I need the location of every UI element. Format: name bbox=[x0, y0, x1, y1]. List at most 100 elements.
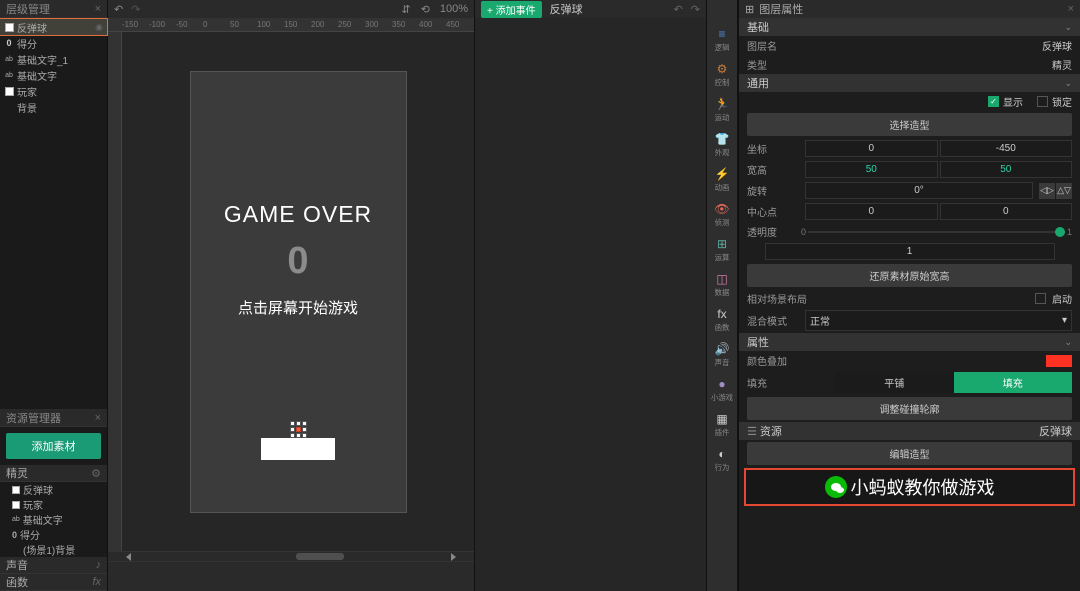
section-basic[interactable]: 基础⌄ bbox=[739, 18, 1080, 36]
opacity-slider[interactable] bbox=[808, 231, 1065, 233]
blank-icon bbox=[4, 102, 14, 112]
zero-icon: 0 bbox=[4, 38, 14, 48]
layer-item-bg[interactable]: 背景 bbox=[0, 99, 107, 115]
rail-侦测[interactable]: 👁侦测 bbox=[708, 199, 736, 230]
undo-icon[interactable]: ↶ bbox=[114, 3, 123, 16]
resource-icon: ☰ bbox=[747, 426, 760, 438]
center-x-input[interactable]: 0 bbox=[805, 203, 938, 220]
hint-text: 点击屏幕开始游戏 bbox=[191, 297, 406, 318]
event-body[interactable] bbox=[475, 18, 706, 591]
layer-item-player[interactable]: 玩家 bbox=[0, 83, 107, 99]
blend-select[interactable]: 正常▾ bbox=[805, 310, 1072, 331]
rail-声音[interactable]: 🔊声音 bbox=[708, 339, 736, 370]
undo-icon[interactable]: ↶ bbox=[674, 3, 683, 16]
rail-插件[interactable]: ▦插件 bbox=[708, 409, 736, 440]
select-shape-button[interactable]: 选择造型 bbox=[747, 113, 1072, 136]
section-attributes[interactable]: 属性⌄ bbox=[739, 333, 1080, 351]
edit-shape-button[interactable]: 编辑造型 bbox=[747, 442, 1072, 465]
res-item-text[interactable]: ab基础文字 bbox=[0, 512, 107, 527]
score-text: 0 bbox=[191, 240, 406, 283]
horizontal-scrollbar[interactable] bbox=[108, 551, 474, 561]
wechat-callout: 小蚂蚁教你做游戏 bbox=[744, 468, 1075, 506]
flip-h-icon[interactable]: ◁▷ bbox=[1039, 183, 1055, 199]
rail-运算[interactable]: ⊞运算 bbox=[708, 234, 736, 265]
timeline[interactable] bbox=[108, 561, 474, 591]
restore-size-button[interactable]: 还原素材原始宽高 bbox=[747, 264, 1072, 287]
res-item-ball[interactable]: 反弹球 bbox=[0, 482, 107, 497]
close-icon[interactable]: × bbox=[1068, 3, 1074, 15]
width-input[interactable]: 50 bbox=[805, 161, 938, 178]
resource-panel-header: 资源管理器 × bbox=[0, 409, 107, 427]
section-resources[interactable]: ☰ 资源 反弹球 bbox=[739, 422, 1080, 440]
layer-item-text[interactable]: ab 基础文字 bbox=[0, 67, 107, 83]
func-group-header[interactable]: 函数 fx bbox=[0, 574, 107, 591]
rail-控制[interactable]: ⚙控制 bbox=[708, 59, 736, 90]
show-checkbox[interactable]: ✓ bbox=[988, 96, 999, 107]
rail-数据[interactable]: ◫数据 bbox=[708, 269, 736, 300]
lock-checkbox[interactable] bbox=[1037, 96, 1048, 107]
layer-item-text1[interactable]: ab 基础文字_1 bbox=[0, 51, 107, 67]
rail-行为[interactable]: ◐行为 bbox=[708, 444, 736, 475]
close-icon[interactable]: × bbox=[95, 3, 101, 15]
collision-button[interactable]: 调整碰撞轮廓 bbox=[747, 397, 1072, 420]
height-input[interactable]: 50 bbox=[940, 161, 1073, 178]
event-object-name: 反弹球 bbox=[550, 1, 583, 17]
layer-item-ball[interactable]: 反弹球 ◉ bbox=[0, 19, 107, 35]
rotation-input[interactable]: 0° bbox=[805, 182, 1033, 199]
opacity-value[interactable]: 1 bbox=[765, 243, 1055, 260]
enable-checkbox[interactable] bbox=[1035, 293, 1046, 304]
coord-x-input[interactable]: 0 bbox=[805, 140, 938, 157]
canvas-stage: GAME OVER 0 点击屏幕开始游戏 bbox=[122, 32, 474, 551]
event-toolbar: + 添加事件 反弹球 ↶ ↷ bbox=[475, 0, 706, 18]
tile-toggle[interactable]: 平铺 bbox=[835, 372, 954, 393]
phone-frame[interactable]: GAME OVER 0 点击屏幕开始游戏 bbox=[191, 72, 406, 512]
flip-v-icon[interactable]: △▽ bbox=[1056, 183, 1072, 199]
zoom-level[interactable]: 100% bbox=[440, 3, 468, 15]
zoom-reset-icon[interactable]: ⟲ bbox=[421, 3, 430, 16]
rect-icon bbox=[4, 86, 14, 96]
text-icon: ab bbox=[4, 70, 14, 80]
scroll-right-icon bbox=[451, 553, 456, 561]
layer-type-value: 精灵 bbox=[1052, 57, 1072, 72]
rail-小游戏[interactable]: ●小游戏 bbox=[708, 374, 736, 405]
close-icon[interactable]: × bbox=[95, 412, 101, 424]
tint-color-swatch[interactable] bbox=[1046, 355, 1072, 367]
sprite-group-header[interactable]: 精灵 ⚙ bbox=[0, 465, 107, 482]
res-item-score[interactable]: 0得分 bbox=[0, 527, 107, 542]
adjust-icon[interactable]: ⇵ bbox=[401, 3, 410, 16]
wechat-icon bbox=[825, 476, 847, 498]
fill-toggle[interactable]: 填充 bbox=[954, 372, 1073, 393]
paddle-sprite[interactable] bbox=[261, 438, 335, 460]
add-event-button[interactable]: + 添加事件 bbox=[481, 1, 542, 18]
rail-逻辑[interactable]: ≡逻辑 bbox=[708, 24, 736, 55]
props-panel-header: ⊞ 图层属性 × bbox=[739, 0, 1080, 18]
game-over-text: GAME OVER bbox=[191, 201, 406, 228]
section-general[interactable]: 通用⌄ bbox=[739, 74, 1080, 92]
ruler-horizontal: -150-100-50050100150200250300350400450 bbox=[108, 18, 474, 32]
ruler-vertical bbox=[108, 32, 122, 551]
rail-外观[interactable]: 👕外观 bbox=[708, 129, 736, 160]
center-y-input[interactable]: 0 bbox=[940, 203, 1073, 220]
layer-list: 反弹球 ◉ 0 得分 ab 基础文字_1 ab 基础文字 玩家 背景 bbox=[0, 18, 107, 116]
canvas-toolbar: ↶ ↷ ⇵ ⟲ 100% bbox=[108, 0, 474, 18]
resource-title: 资源管理器 bbox=[6, 410, 61, 426]
text-icon: ab bbox=[4, 54, 14, 64]
layers-title: 层级管理 bbox=[6, 1, 50, 17]
coord-y-input[interactable]: -450 bbox=[940, 140, 1073, 157]
rail-函数[interactable]: fx函数 bbox=[708, 304, 736, 335]
scroll-left-icon bbox=[126, 553, 131, 561]
settings-icon[interactable]: ⚙ bbox=[91, 467, 101, 480]
layer-name-value[interactable]: 反弹球 bbox=[1042, 38, 1072, 53]
sound-icon: ♪ bbox=[96, 559, 102, 571]
redo-icon[interactable]: ↷ bbox=[131, 3, 140, 16]
add-asset-button[interactable]: 添加素材 bbox=[6, 433, 101, 459]
layer-item-score[interactable]: 0 得分 bbox=[0, 35, 107, 51]
sound-group-header[interactable]: 声音 ♪ bbox=[0, 557, 107, 574]
visibility-icon[interactable]: ◉ bbox=[95, 22, 103, 33]
layers-panel-header: 层级管理 × bbox=[0, 0, 107, 18]
res-item-bg[interactable]: (场景1)背景 bbox=[0, 542, 107, 557]
redo-icon[interactable]: ↷ bbox=[691, 3, 700, 16]
rail-动画[interactable]: ⚡动画 bbox=[708, 164, 736, 195]
rail-运动[interactable]: 🏃运动 bbox=[708, 94, 736, 125]
res-item-player[interactable]: 玩家 bbox=[0, 497, 107, 512]
